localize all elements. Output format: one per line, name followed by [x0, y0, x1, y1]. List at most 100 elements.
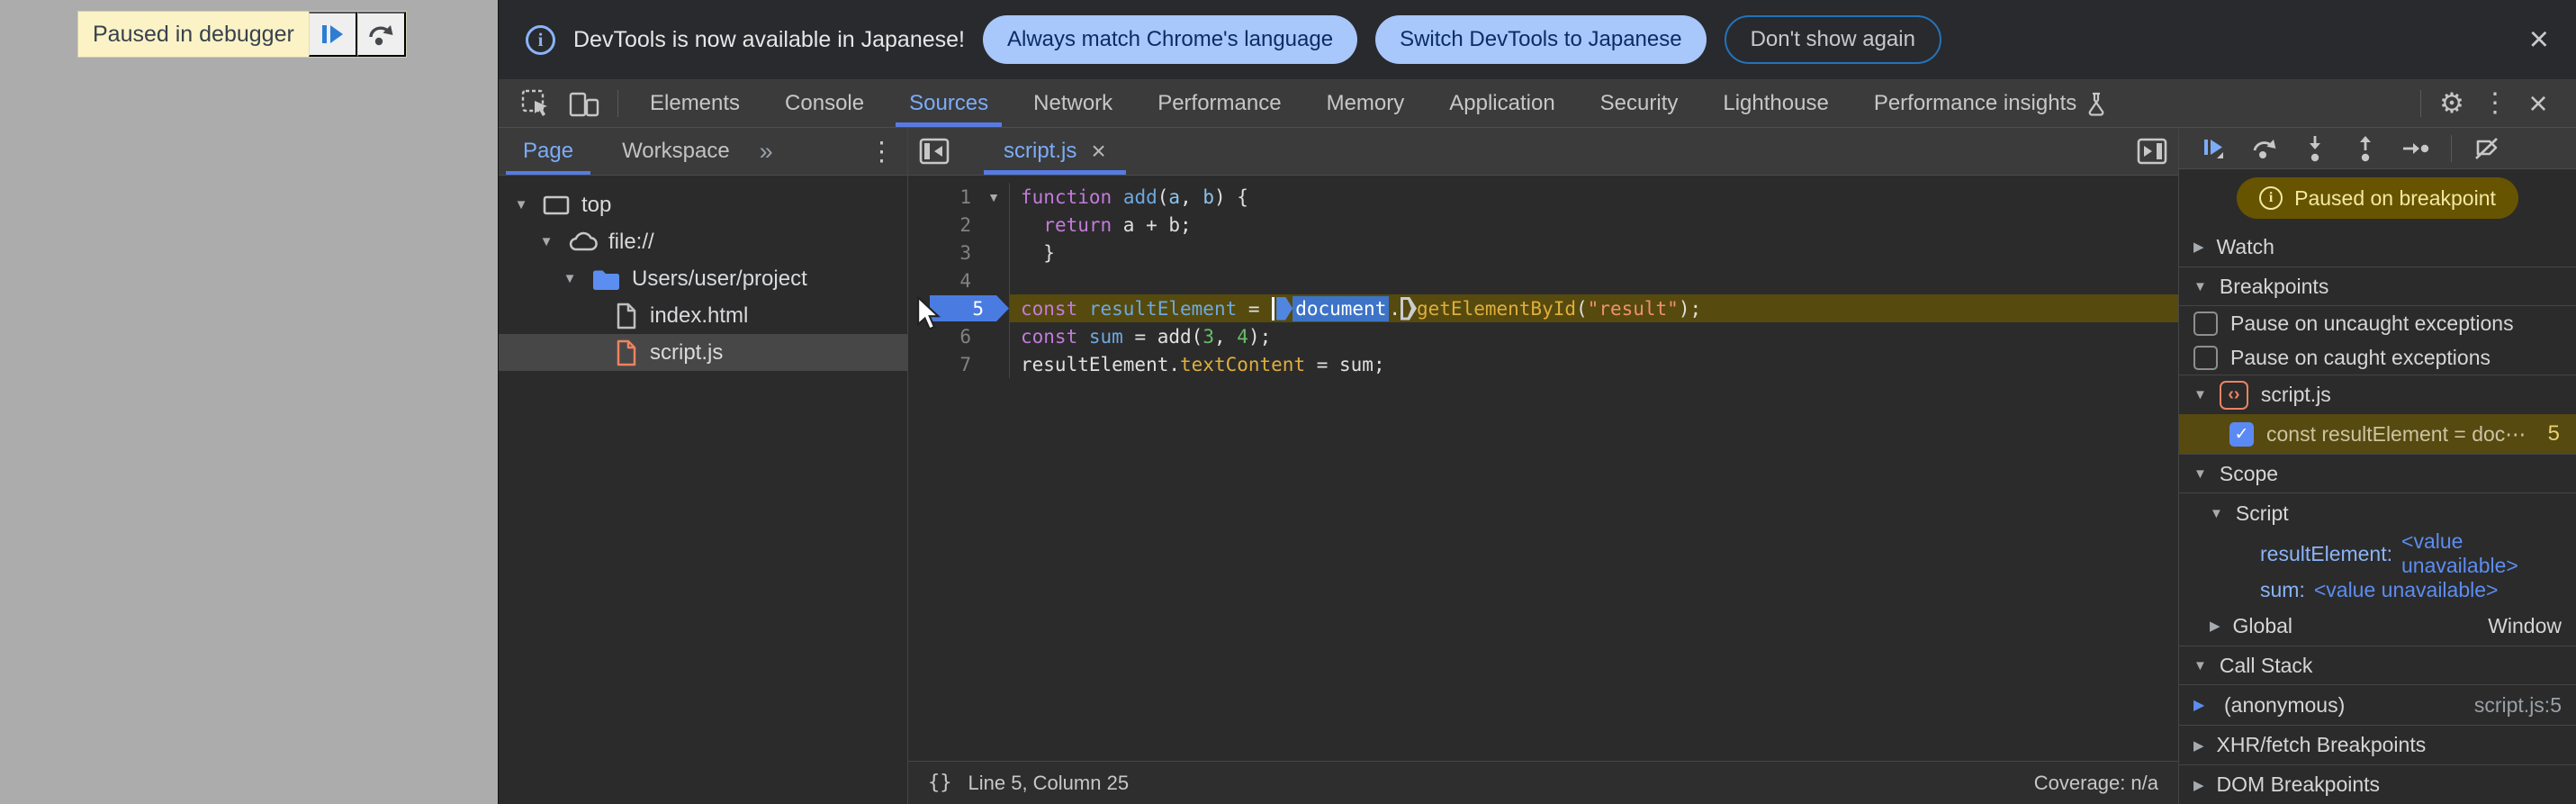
- more-options-icon[interactable]: ⋮: [2473, 87, 2517, 119]
- tab-performance-insights[interactable]: Performance insights: [1851, 79, 2130, 127]
- expander-icon[interactable]: ▼: [536, 234, 556, 249]
- paused-overlay-label: Paused in debugger: [93, 21, 294, 47]
- pause-caught-checkbox[interactable]: [2193, 345, 2218, 370]
- tab-label: Lighthouse: [1723, 90, 1829, 115]
- page-background: Paused in debugger: [0, 0, 498, 804]
- code-line-content[interactable]: const sum = add(3, 4);: [1009, 322, 2178, 350]
- gutter-line-number[interactable]: 4: [908, 266, 1009, 294]
- code-line[interactable]: 5 const resultElement = document. getEleme…: [908, 294, 2178, 322]
- collapsed-icon[interactable]: ▶: [2193, 777, 2204, 793]
- settings-gear-icon[interactable]: ⚙: [2430, 87, 2473, 120]
- pause-on-uncaught-row[interactable]: Pause on uncaught exceptions: [2179, 306, 2576, 340]
- step-button[interactable]: [2391, 130, 2440, 167]
- step-out-button[interactable]: [2341, 130, 2390, 167]
- tree-item-script-js[interactable]: script.js: [499, 334, 907, 371]
- expanded-icon[interactable]: ▼: [2210, 506, 2223, 521]
- dont-show-again-button[interactable]: Don't show again: [1724, 15, 1941, 64]
- info-icon: i: [526, 24, 555, 55]
- inspect-element-button[interactable]: [511, 79, 560, 127]
- device-toolbar-button[interactable]: [560, 79, 608, 127]
- language-infobar: i DevTools is now available in Japanese!…: [499, 0, 2576, 79]
- section-dom-breakpoints[interactable]: ▶ DOM Breakpoints: [2179, 764, 2576, 804]
- code-lines: 1 ▼ function add(a, b) {2 return a + b; 3 }…: [908, 183, 2178, 378]
- expanded-icon[interactable]: ▼: [2193, 387, 2207, 402]
- resume-script-button[interactable]: [308, 12, 357, 57]
- section-watch[interactable]: ▶ Watch: [2179, 227, 2576, 266]
- step-into-button[interactable]: [2291, 130, 2339, 167]
- code-line[interactable]: 4: [908, 266, 2178, 294]
- breakpoint-file-group[interactable]: ▼ ‹› script.js: [2179, 375, 2576, 414]
- gutter-line-number[interactable]: 1 ▼: [908, 183, 1009, 211]
- resume-script-execution-button[interactable]: [2190, 130, 2238, 167]
- show-debugger-sidebar-icon[interactable]: [2126, 128, 2178, 175]
- section-breakpoints[interactable]: ▼ Breakpoints: [2179, 266, 2576, 306]
- always-match-language-button[interactable]: Always match Chrome's language: [982, 15, 1358, 64]
- expander-icon[interactable]: ▼: [560, 271, 580, 286]
- tab-elements[interactable]: Elements: [627, 79, 762, 127]
- tree-item-file-protocol[interactable]: ▼ file://: [499, 223, 907, 260]
- navigator-tab-page[interactable]: Page: [499, 128, 598, 175]
- tab-lighthouse[interactable]: Lighthouse: [1700, 79, 1851, 127]
- hide-navigator-icon[interactable]: [908, 128, 960, 175]
- code-line-content[interactable]: const resultElement = document. getElemen…: [1009, 294, 2178, 322]
- more-tabs-chevron-icon[interactable]: »: [754, 128, 779, 175]
- expanded-icon[interactable]: ▼: [2193, 279, 2207, 294]
- pretty-print-icon[interactable]: {}: [928, 772, 952, 794]
- step-over-button[interactable]: [2240, 130, 2289, 167]
- navigator-more-options-icon[interactable]: ⋮: [869, 128, 895, 175]
- code-line[interactable]: 3 }: [908, 239, 2178, 266]
- collapsed-icon[interactable]: ▶: [2210, 618, 2220, 634]
- infobar-close-icon[interactable]: ×: [2529, 23, 2549, 57]
- open-file-tab-script-js[interactable]: script.js ×: [984, 128, 1126, 175]
- code-line[interactable]: 6 const sum = add(3, 4);: [908, 322, 2178, 350]
- checkbox-label: Pause on uncaught exceptions: [2230, 311, 2514, 335]
- tab-application[interactable]: Application: [1427, 79, 1577, 127]
- pause-on-caught-row[interactable]: Pause on caught exceptions: [2179, 340, 2576, 375]
- close-devtools-icon[interactable]: ×: [2517, 85, 2560, 122]
- tab-memory[interactable]: Memory: [1304, 79, 1428, 127]
- scope-global-group[interactable]: ▶ Global Window: [2179, 606, 2576, 646]
- gutter-line-number[interactable]: 3: [908, 239, 1009, 266]
- code-line-content[interactable]: [1009, 266, 2178, 294]
- code-line-content[interactable]: resultElement. textContent = sum;: [1009, 350, 2178, 378]
- section-xhr-breakpoints[interactable]: ▶ XHR/fetch Breakpoints: [2179, 725, 2576, 764]
- breakpoint-entry[interactable]: ✓ const resultElement = doc⋯ 5: [2179, 414, 2576, 454]
- tab-console[interactable]: Console: [762, 79, 887, 127]
- collapsed-icon[interactable]: ▶: [2193, 239, 2204, 255]
- toolbar-right-controls: ⚙ ⋮ ×: [2411, 79, 2576, 127]
- code-line[interactable]: 1 ▼ function add(a, b) {: [908, 183, 2178, 211]
- tab-sources[interactable]: Sources: [887, 79, 1011, 127]
- collapsed-icon[interactable]: ▶: [2193, 737, 2204, 754]
- deactivate-breakpoints-button[interactable]: [2463, 130, 2511, 167]
- pause-uncaught-checkbox[interactable]: [2193, 311, 2218, 336]
- navigator-tab-workspace[interactable]: Workspace: [598, 128, 754, 175]
- gutter-line-number[interactable]: 7: [908, 350, 1009, 378]
- close-tab-icon[interactable]: ×: [1091, 139, 1105, 164]
- tree-item-project-folder[interactable]: ▼ Users/user/project: [499, 260, 907, 297]
- code-line-content[interactable]: function add(a, b) {: [1009, 183, 2178, 211]
- section-call-stack[interactable]: ▼ Call Stack: [2179, 646, 2576, 685]
- expanded-icon[interactable]: ▼: [2193, 658, 2207, 673]
- call-stack-frame[interactable]: ▶ (anonymous) script.js:5: [2179, 685, 2576, 725]
- code-line[interactable]: 2 return a + b;: [908, 211, 2178, 239]
- tab-security[interactable]: Security: [1578, 79, 1701, 127]
- gutter-line-number[interactable]: 2: [908, 211, 1009, 239]
- breakpoint-enabled-checkbox[interactable]: ✓: [2229, 421, 2254, 447]
- scope-script-group[interactable]: ▼ Script: [2179, 493, 2576, 533]
- code-line[interactable]: 7 resultElement. textContent = sum;: [908, 350, 2178, 378]
- code-line-content[interactable]: return a + b;: [1009, 211, 2178, 239]
- tab-performance[interactable]: Performance: [1135, 79, 1303, 127]
- section-scope[interactable]: ▼ Scope: [2179, 454, 2576, 493]
- switch-to-japanese-button[interactable]: Switch DevTools to Japanese: [1375, 15, 1707, 64]
- experiment-flask-icon: [2088, 92, 2104, 116]
- tree-item-top[interactable]: ▼ top: [499, 186, 907, 223]
- code-editor-area[interactable]: 1 ▼ function add(a, b) {2 return a + b; 3 }…: [908, 176, 2178, 761]
- tab-network[interactable]: Network: [1011, 79, 1135, 127]
- expanded-icon[interactable]: ▼: [2193, 466, 2207, 482]
- code-line-content[interactable]: }: [1009, 239, 2178, 266]
- tree-item-index-html[interactable]: index.html: [499, 297, 907, 334]
- code-fold-icon[interactable]: ▼: [987, 190, 1000, 204]
- step-over-button[interactable]: [356, 12, 406, 57]
- expander-icon[interactable]: ▼: [511, 197, 531, 212]
- breakpoint-file-label: script.js: [2260, 383, 2331, 406]
